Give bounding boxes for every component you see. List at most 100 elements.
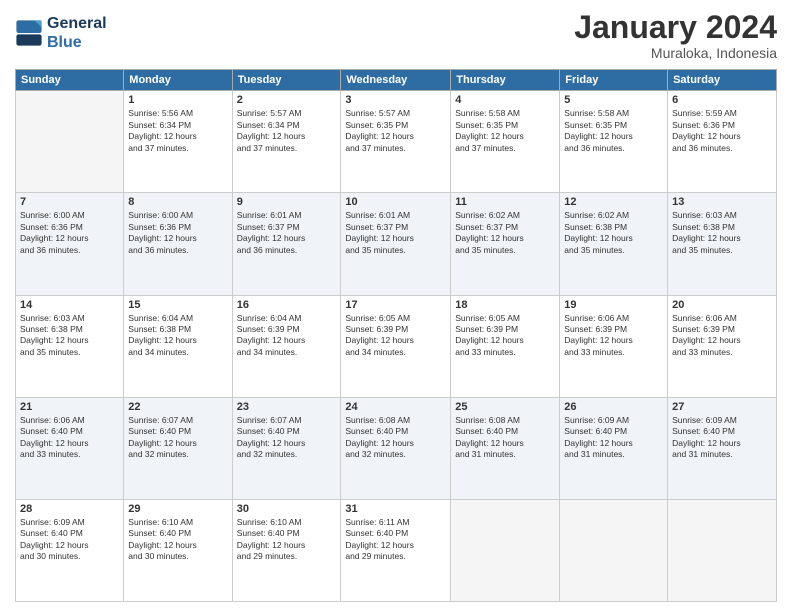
calendar-cell: 19Sunrise: 6:06 AM Sunset: 6:39 PM Dayli… [560,295,668,397]
calendar-cell: 18Sunrise: 6:05 AM Sunset: 6:39 PM Dayli… [451,295,560,397]
calendar-cell: 31 Sunrise: 6:11 AM Sunset: 6:40 PM Dayli… [341,499,451,601]
col-header-tuesday: Tuesday [232,70,341,91]
day-number: 14 [20,299,119,311]
calendar-cell [451,499,560,601]
day-info: Sunrise: 6:06 AM Sunset: 6:40 PM Dayligh… [20,415,119,461]
col-header-sunday: Sunday [16,70,124,91]
calendar-cell: 15 Sunrise: 6:04 AM Sunset: 6:38 PM Dayli… [124,295,232,397]
day-info: Sunrise: 5:58 AM Sunset: 6:35 PM Dayligh… [564,108,663,154]
col-header-monday: Monday [124,70,232,91]
week-row-3: 14 Sunrise: 6:03 AM Sunset: 6:38 PM Dayli… [16,295,777,397]
calendar-cell: 1 Sunrise: 5:56 AM Sunset: 6:34 PM Daylig… [124,91,232,193]
calendar-cell: 3 Sunrise: 5:57 AM Sunset: 6:35 PM Daylig… [341,91,451,193]
calendar-cell: 23 Sunrise: 6:07 AM Sunset: 6:40 PM Dayli… [232,397,341,499]
logo-text: General Blue [47,14,107,52]
page: General Blue January 2024 Muraloka, Indo… [0,0,792,612]
day-info: Sunrise: 6:00 AM Sunset: 6:36 PM Dayligh… [20,210,119,256]
calendar-cell: 7 Sunrise: 6:00 AM Sunset: 6:36 PM Daylig… [16,193,124,295]
day-number: 29 [128,503,227,515]
calendar-cell: 26 Sunrise: 6:09 AM Sunset: 6:40 PM Dayli… [560,397,668,499]
week-row-4: 21 Sunrise: 6:06 AM Sunset: 6:40 PM Dayli… [16,397,777,499]
day-info: Sunrise: 6:00 AM Sunset: 6:36 PM Dayligh… [128,210,227,256]
calendar-cell: 6 Sunrise: 5:59 AM Sunset: 6:36 PM Daylig… [668,91,777,193]
day-info: Sunrise: 6:10 AM Sunset: 6:40 PM Dayligh… [128,517,227,563]
day-number: 1 [128,94,227,106]
calendar-cell: 2 Sunrise: 5:57 AM Sunset: 6:34 PM Daylig… [232,91,341,193]
logo-icon [15,19,43,47]
week-row-1: 1 Sunrise: 5:56 AM Sunset: 6:34 PM Daylig… [16,91,777,193]
day-info: Sunrise: 6:11 AM Sunset: 6:40 PM Dayligh… [345,517,446,563]
calendar-cell: 11 Sunrise: 6:02 AM Sunset: 6:37 PM Dayli… [451,193,560,295]
logo: General Blue [15,14,107,52]
day-info: Sunrise: 6:09 AM Sunset: 6:40 PM Dayligh… [20,517,119,563]
day-info: Sunrise: 6:02 AM Sunset: 6:37 PM Dayligh… [455,210,555,256]
day-info: Sunrise: 6:07 AM Sunset: 6:40 PM Dayligh… [237,415,337,461]
calendar-cell: 22Sunrise: 6:07 AM Sunset: 6:40 PM Dayli… [124,397,232,499]
day-info: Sunrise: 5:57 AM Sunset: 6:34 PM Dayligh… [237,108,337,154]
day-number: 22 [128,401,227,413]
day-number: 18 [455,299,555,311]
day-info: Sunrise: 5:58 AM Sunset: 6:35 PM Dayligh… [455,108,555,154]
calendar-header-row: SundayMondayTuesdayWednesdayThursdayFrid… [16,70,777,91]
day-number: 6 [672,94,772,106]
day-number: 9 [237,196,337,208]
calendar-cell: 9 Sunrise: 6:01 AM Sunset: 6:37 PM Daylig… [232,193,341,295]
calendar-cell [16,91,124,193]
calendar-cell: 24 Sunrise: 6:08 AM Sunset: 6:40 PM Dayli… [341,397,451,499]
day-info: Sunrise: 6:10 AM Sunset: 6:40 PM Dayligh… [237,517,337,563]
week-row-2: 7 Sunrise: 6:00 AM Sunset: 6:36 PM Daylig… [16,193,777,295]
calendar-cell: 28Sunrise: 6:09 AM Sunset: 6:40 PM Dayli… [16,499,124,601]
calendar-body: 1 Sunrise: 5:56 AM Sunset: 6:34 PM Daylig… [16,91,777,602]
day-number: 16 [237,299,337,311]
day-number: 12 [564,196,663,208]
month-title: January 2024 [574,10,777,45]
day-info: Sunrise: 6:06 AM Sunset: 6:39 PM Dayligh… [672,313,772,359]
day-info: Sunrise: 5:59 AM Sunset: 6:36 PM Dayligh… [672,108,772,154]
day-number: 17 [345,299,446,311]
day-number: 21 [20,401,119,413]
day-info: Sunrise: 6:01 AM Sunset: 6:37 PM Dayligh… [237,210,337,256]
day-info: Sunrise: 6:01 AM Sunset: 6:37 PM Dayligh… [345,210,446,256]
day-number: 15 [128,299,227,311]
day-number: 31 [345,503,446,515]
col-header-wednesday: Wednesday [341,70,451,91]
day-number: 10 [345,196,446,208]
calendar-cell: 21 Sunrise: 6:06 AM Sunset: 6:40 PM Dayli… [16,397,124,499]
calendar-cell: 5 Sunrise: 5:58 AM Sunset: 6:35 PM Daylig… [560,91,668,193]
calendar-cell: 29 Sunrise: 6:10 AM Sunset: 6:40 PM Dayli… [124,499,232,601]
day-number: 3 [345,94,446,106]
day-number: 23 [237,401,337,413]
location-subtitle: Muraloka, Indonesia [574,45,777,61]
day-info: Sunrise: 6:08 AM Sunset: 6:40 PM Dayligh… [455,415,555,461]
col-header-friday: Friday [560,70,668,91]
day-info: Sunrise: 6:02 AM Sunset: 6:38 PM Dayligh… [564,210,663,256]
day-info: Sunrise: 6:04 AM Sunset: 6:38 PM Dayligh… [128,313,227,359]
day-number: 24 [345,401,446,413]
day-number: 7 [20,196,119,208]
calendar-cell: 25 Sunrise: 6:08 AM Sunset: 6:40 PM Dayli… [451,397,560,499]
day-info: Sunrise: 6:04 AM Sunset: 6:39 PM Dayligh… [237,313,337,359]
day-info: Sunrise: 5:57 AM Sunset: 6:35 PM Dayligh… [345,108,446,154]
day-number: 8 [128,196,227,208]
day-number: 30 [237,503,337,515]
col-header-saturday: Saturday [668,70,777,91]
day-info: Sunrise: 5:56 AM Sunset: 6:34 PM Dayligh… [128,108,227,154]
day-number: 19 [564,299,663,311]
day-number: 26 [564,401,663,413]
day-info: Sunrise: 6:03 AM Sunset: 6:38 PM Dayligh… [672,210,772,256]
day-number: 11 [455,196,555,208]
day-number: 20 [672,299,772,311]
day-number: 25 [455,401,555,413]
day-number: 5 [564,94,663,106]
day-info: Sunrise: 6:08 AM Sunset: 6:40 PM Dayligh… [345,415,446,461]
day-number: 2 [237,94,337,106]
calendar-cell: 17Sunrise: 6:05 AM Sunset: 6:39 PM Dayli… [341,295,451,397]
calendar-cell: 12 Sunrise: 6:02 AM Sunset: 6:38 PM Dayli… [560,193,668,295]
calendar-cell: 16 Sunrise: 6:04 AM Sunset: 6:39 PM Dayli… [232,295,341,397]
calendar-cell: 4Sunrise: 5:58 AM Sunset: 6:35 PM Daylig… [451,91,560,193]
calendar-cell: 8 Sunrise: 6:00 AM Sunset: 6:36 PM Daylig… [124,193,232,295]
day-info: Sunrise: 6:03 AM Sunset: 6:38 PM Dayligh… [20,313,119,359]
day-info: Sunrise: 6:09 AM Sunset: 6:40 PM Dayligh… [672,415,772,461]
day-info: Sunrise: 6:09 AM Sunset: 6:40 PM Dayligh… [564,415,663,461]
calendar-cell: 27Sunrise: 6:09 AM Sunset: 6:40 PM Dayli… [668,397,777,499]
